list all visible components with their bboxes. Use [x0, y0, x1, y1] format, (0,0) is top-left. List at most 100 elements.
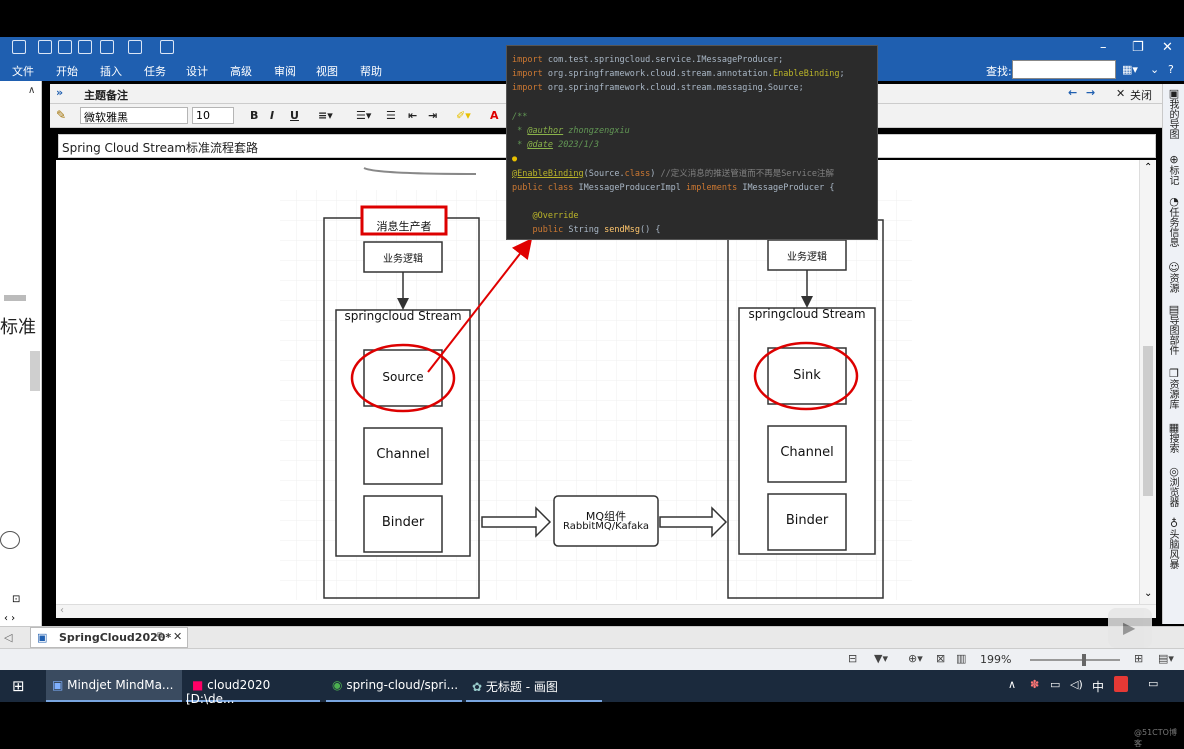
notification-icon[interactable]: ▭: [1148, 677, 1158, 690]
collapse-icon[interactable]: [0, 531, 20, 549]
open-icon[interactable]: [38, 40, 52, 54]
resources-tab[interactable]: ☺ 资源: [1167, 262, 1181, 293]
tab-scroll-icon[interactable]: ◁: [4, 631, 12, 644]
search-tab[interactable]: ▦ 搜索: [1167, 422, 1181, 453]
scroll-thumb[interactable]: [1143, 346, 1153, 496]
menu-home[interactable]: 开始: [56, 63, 78, 79]
scroll-down-icon[interactable]: ⌄: [1144, 588, 1152, 599]
save-icon[interactable]: [58, 40, 72, 54]
collapse-up-icon[interactable]: ∧: [28, 85, 35, 96]
close-notes-button[interactable]: 关闭: [1130, 87, 1152, 103]
tab-springcloud2020[interactable]: ▣ SpringCloud2020* ⧉ ✕: [30, 627, 188, 648]
consumer-logic: 业务逻辑: [787, 252, 827, 263]
tray-app-icon[interactable]: ✽: [1030, 678, 1039, 691]
undo-icon[interactable]: [100, 40, 114, 54]
play-button[interactable]: ▶: [1108, 608, 1152, 648]
layout-icon[interactable]: ▥: [956, 652, 966, 665]
vertical-scrollbar[interactable]: ⌃ ⌄: [1139, 160, 1156, 604]
library-tab[interactable]: ❐ 资源库: [1167, 368, 1181, 409]
minimize-icon[interactable]: –: [1100, 40, 1107, 55]
menu-view[interactable]: 视图: [316, 63, 338, 79]
chevron-down-icon[interactable]: ⌄: [1150, 63, 1159, 76]
sogou-icon[interactable]: [1114, 676, 1128, 692]
search-options-icon[interactable]: ▦▾: [1122, 63, 1138, 76]
code-token: /**: [512, 111, 528, 122]
producer-logic: 业务逻辑: [383, 254, 423, 265]
windows-start-icon[interactable]: ⊞: [12, 677, 25, 695]
decrease-indent-icon[interactable]: ⇤: [408, 109, 417, 122]
code-token: @EnableBinding: [512, 168, 584, 179]
expand-panel-icon[interactable]: »: [56, 86, 63, 99]
task-info-tab[interactable]: ◔ 任务信息: [1167, 196, 1181, 247]
left-fragment-text: 标准: [0, 317, 36, 338]
menu-advanced[interactable]: 高级: [230, 63, 252, 79]
sidebar-label: 搜索: [1167, 433, 1178, 453]
help-icon[interactable]: [160, 40, 174, 54]
numbered-list-icon[interactable]: ☰▾: [356, 109, 371, 122]
menu-design[interactable]: 设计: [186, 63, 208, 79]
font-size-select[interactable]: 10: [192, 107, 234, 124]
detach-tab-icon[interactable]: ⧉: [157, 631, 163, 641]
maximize-icon[interactable]: ❐: [1132, 40, 1144, 55]
highlight-icon[interactable]: ✐▾: [456, 109, 471, 122]
bold-button[interactable]: B: [250, 109, 258, 122]
forward-arrow-icon[interactable]: →: [1086, 86, 1095, 99]
tray-chevron-icon[interactable]: ∧: [1008, 678, 1016, 691]
browser-tab[interactable]: ◎ 浏览器: [1167, 466, 1181, 507]
bullet-list-icon[interactable]: ☰: [386, 109, 396, 122]
mq-line2: RabbitMQ/Kafaka: [562, 521, 650, 532]
close-window-icon[interactable]: ✕: [1162, 40, 1173, 55]
fit-icon[interactable]: ⊟: [848, 652, 857, 665]
scroll-left-icon[interactable]: ‹ ›: [4, 613, 15, 624]
my-maps-tab[interactable]: ▣ 我的导图: [1167, 88, 1181, 139]
zoom-thumb[interactable]: [1082, 654, 1086, 666]
format-painter-icon[interactable]: ✎: [56, 108, 66, 122]
font-color-icon[interactable]: A: [490, 109, 499, 122]
zoom-slider[interactable]: [1030, 659, 1120, 661]
horizontal-scrollbar[interactable]: ‹: [56, 604, 1156, 618]
scroll-up-icon[interactable]: ⌃: [1144, 162, 1152, 173]
close-tab-icon[interactable]: ✕: [173, 630, 182, 643]
menu-file[interactable]: 文件: [12, 63, 34, 79]
search-input[interactable]: [1012, 60, 1116, 79]
new-file-icon[interactable]: [12, 40, 26, 54]
window-menu-icon[interactable]: ▤▾: [1158, 652, 1174, 665]
back-arrow-icon[interactable]: ←: [1068, 86, 1077, 99]
scroll-left-icon[interactable]: ‹: [60, 605, 64, 616]
taskbar-item-label: spring-cloud/spri...: [346, 678, 459, 692]
balance-icon[interactable]: ⊕▾: [908, 652, 923, 665]
view-mode-icon[interactable]: ⊠: [936, 652, 945, 665]
increase-indent-icon[interactable]: ⇥: [428, 109, 437, 122]
volume-icon[interactable]: ◁): [1070, 678, 1083, 691]
help-circle-icon[interactable]: ?: [1168, 63, 1174, 76]
close-notes-icon[interactable]: ✕: [1116, 87, 1125, 100]
taskbar-chrome[interactable]: ◉ spring-cloud/spri...: [326, 670, 462, 702]
align-icon[interactable]: ≡▾: [318, 109, 333, 122]
left-scrollbar[interactable]: [30, 351, 40, 391]
menu-help[interactable]: 帮助: [360, 63, 382, 79]
windows-taskbar: ⊞ ▣ Mindjet MindMa... ■ cloud2020 [D:\de…: [0, 670, 1184, 706]
fit-page-icon[interactable]: ⊞: [1134, 652, 1143, 665]
expand-icon[interactable]: ⊡: [12, 594, 20, 605]
map-parts-tab[interactable]: ▤ 导图部件: [1167, 304, 1181, 355]
font-family-select[interactable]: 微软雅黑: [80, 107, 188, 124]
taskbar-idea[interactable]: ■ cloud2020 [D:\de...: [186, 670, 320, 706]
code-token: 2023/1/3: [552, 140, 600, 151]
ime-indicator[interactable]: 中: [1092, 678, 1104, 695]
taskbar-mindjet[interactable]: ▣ Mindjet MindMa...: [46, 670, 182, 702]
redo-icon[interactable]: [128, 40, 142, 54]
taskbar-paint[interactable]: ✿ 无标题 - 画图: [466, 670, 602, 702]
menu-insert[interactable]: 插入: [100, 63, 122, 79]
filter-icon[interactable]: ▼▾: [874, 652, 888, 665]
brainstorm-tab[interactable]: ♁ 头脑风暴: [1167, 518, 1181, 569]
markers-tab[interactable]: ⊕ 标记: [1167, 154, 1181, 185]
underline-button[interactable]: U: [290, 109, 299, 122]
menu-task[interactable]: 任务: [144, 63, 166, 79]
print-icon[interactable]: [78, 40, 92, 54]
battery-icon[interactable]: ▭: [1050, 678, 1060, 691]
lightbulb-icon[interactable]: ●: [512, 154, 517, 164]
italic-button[interactable]: I: [270, 109, 274, 122]
code-token: EnableBinding: [773, 69, 840, 80]
menu-review[interactable]: 审阅: [274, 63, 296, 79]
intellij-app-icon: ■: [192, 678, 204, 692]
